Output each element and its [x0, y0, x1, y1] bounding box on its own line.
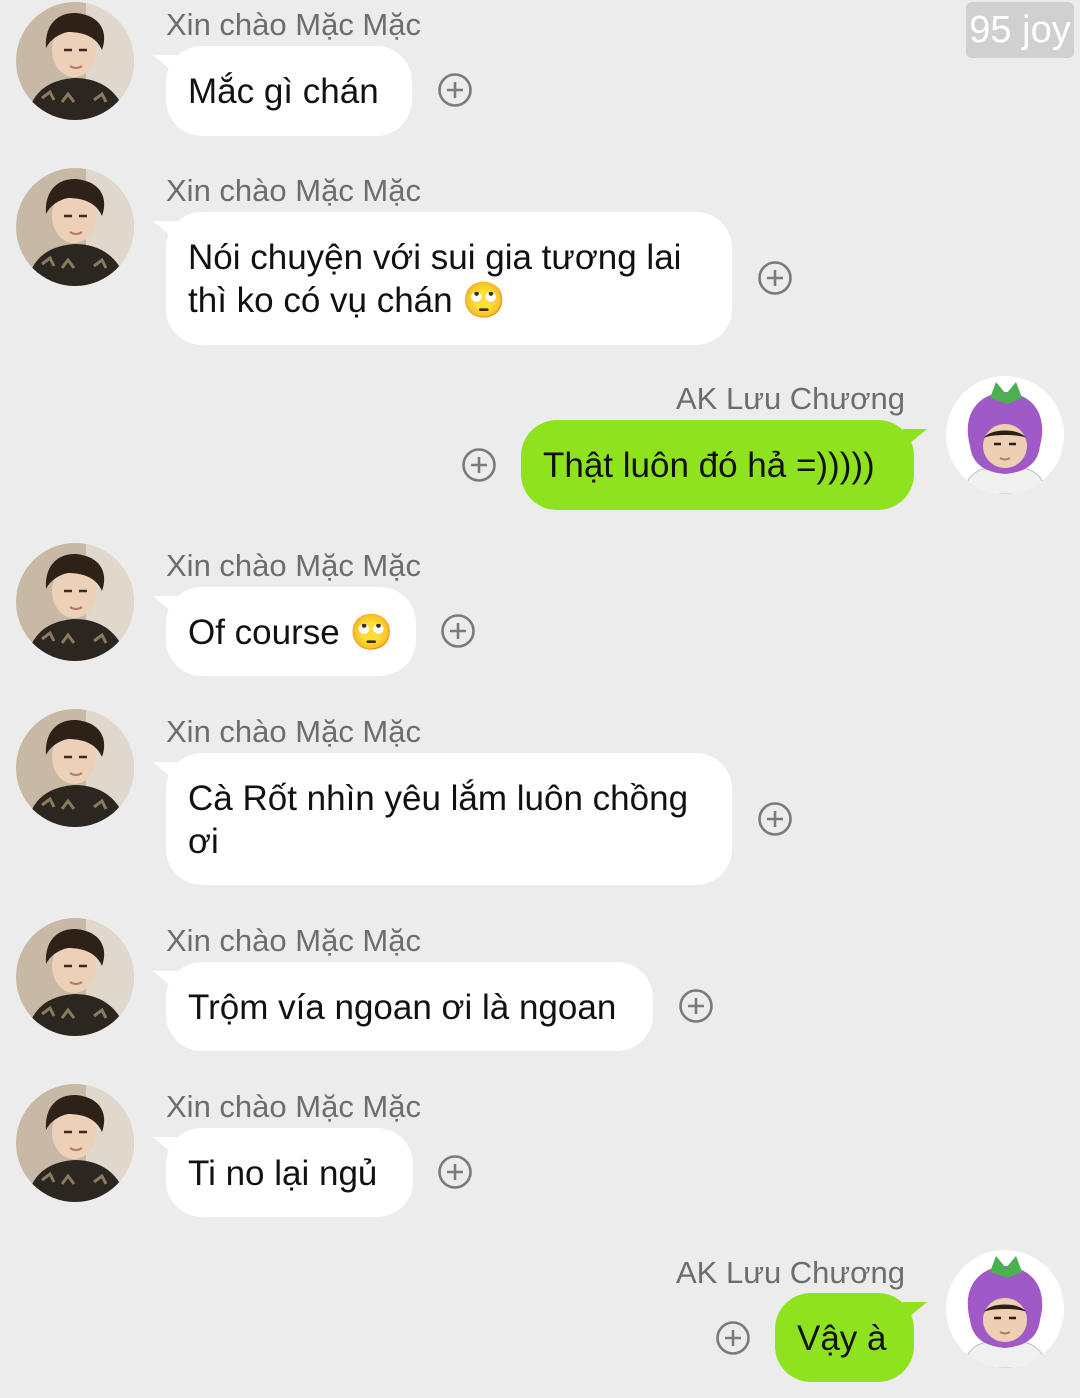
my-avatar[interactable] [946, 1250, 1064, 1368]
sender-name: Xin chào Mặc Mặc [166, 923, 421, 958]
sender-name: Xin chào Mặc Mặc [166, 7, 421, 42]
plus-circle-icon[interactable] [757, 801, 793, 837]
plus-circle-icon[interactable] [715, 1320, 751, 1356]
plus-circle-icon[interactable] [757, 260, 793, 296]
my-avatar[interactable] [946, 376, 1064, 494]
avatar-photo-icon [16, 1084, 134, 1202]
sender-avatar[interactable] [16, 543, 134, 661]
avatar-photo-icon [16, 168, 134, 286]
sender-name: Xin chào Mặc Mặc [166, 173, 421, 208]
message-bubble[interactable]: Mắc gì chán [166, 46, 412, 136]
message-bubble[interactable]: Of course 🙄 [166, 587, 416, 676]
message-bubble[interactable]: Thật luôn đó hả =))))) [521, 420, 914, 510]
message-bubble[interactable]: Ti no lại ngủ [166, 1128, 413, 1217]
plus-circle-icon[interactable] [437, 72, 473, 108]
avatar-photo-icon [16, 543, 134, 661]
sender-avatar[interactable] [16, 918, 134, 1036]
sender-name: Xin chào Mặc Mặc [166, 548, 421, 583]
avatar-photo-icon [16, 709, 134, 827]
message-bubble[interactable]: Cà Rốt nhìn yêu lắm luôn chồng ơi [166, 753, 732, 885]
my-name: AK Lưu Chương [675, 1255, 905, 1290]
avatar-photo-icon [16, 918, 134, 1036]
plus-circle-icon[interactable] [461, 447, 497, 483]
eggplant-hat-avatar-icon [946, 376, 1064, 494]
sender-name: Xin chào Mặc Mặc [166, 714, 421, 749]
sender-avatar[interactable] [16, 1084, 134, 1202]
message-bubble[interactable]: Trộm vía ngoan ơi là ngoan [166, 962, 653, 1051]
message-bubble[interactable]: Vậy à [775, 1293, 914, 1382]
sender-avatar[interactable] [16, 2, 134, 120]
sender-avatar[interactable] [16, 709, 134, 827]
plus-circle-icon[interactable] [678, 988, 714, 1024]
plus-circle-icon[interactable] [437, 1154, 473, 1190]
plus-circle-icon[interactable] [440, 613, 476, 649]
sender-name: Xin chào Mặc Mặc [166, 1089, 421, 1124]
sender-avatar[interactable] [16, 168, 134, 286]
watermark-label: 95 joy [966, 2, 1074, 58]
message-bubble[interactable]: Nói chuyện với sui gia tương lai thì ko … [166, 212, 732, 345]
avatar-photo-icon [16, 2, 134, 120]
eggplant-hat-avatar-icon [946, 1250, 1064, 1368]
my-name: AK Lưu Chương [675, 381, 905, 416]
